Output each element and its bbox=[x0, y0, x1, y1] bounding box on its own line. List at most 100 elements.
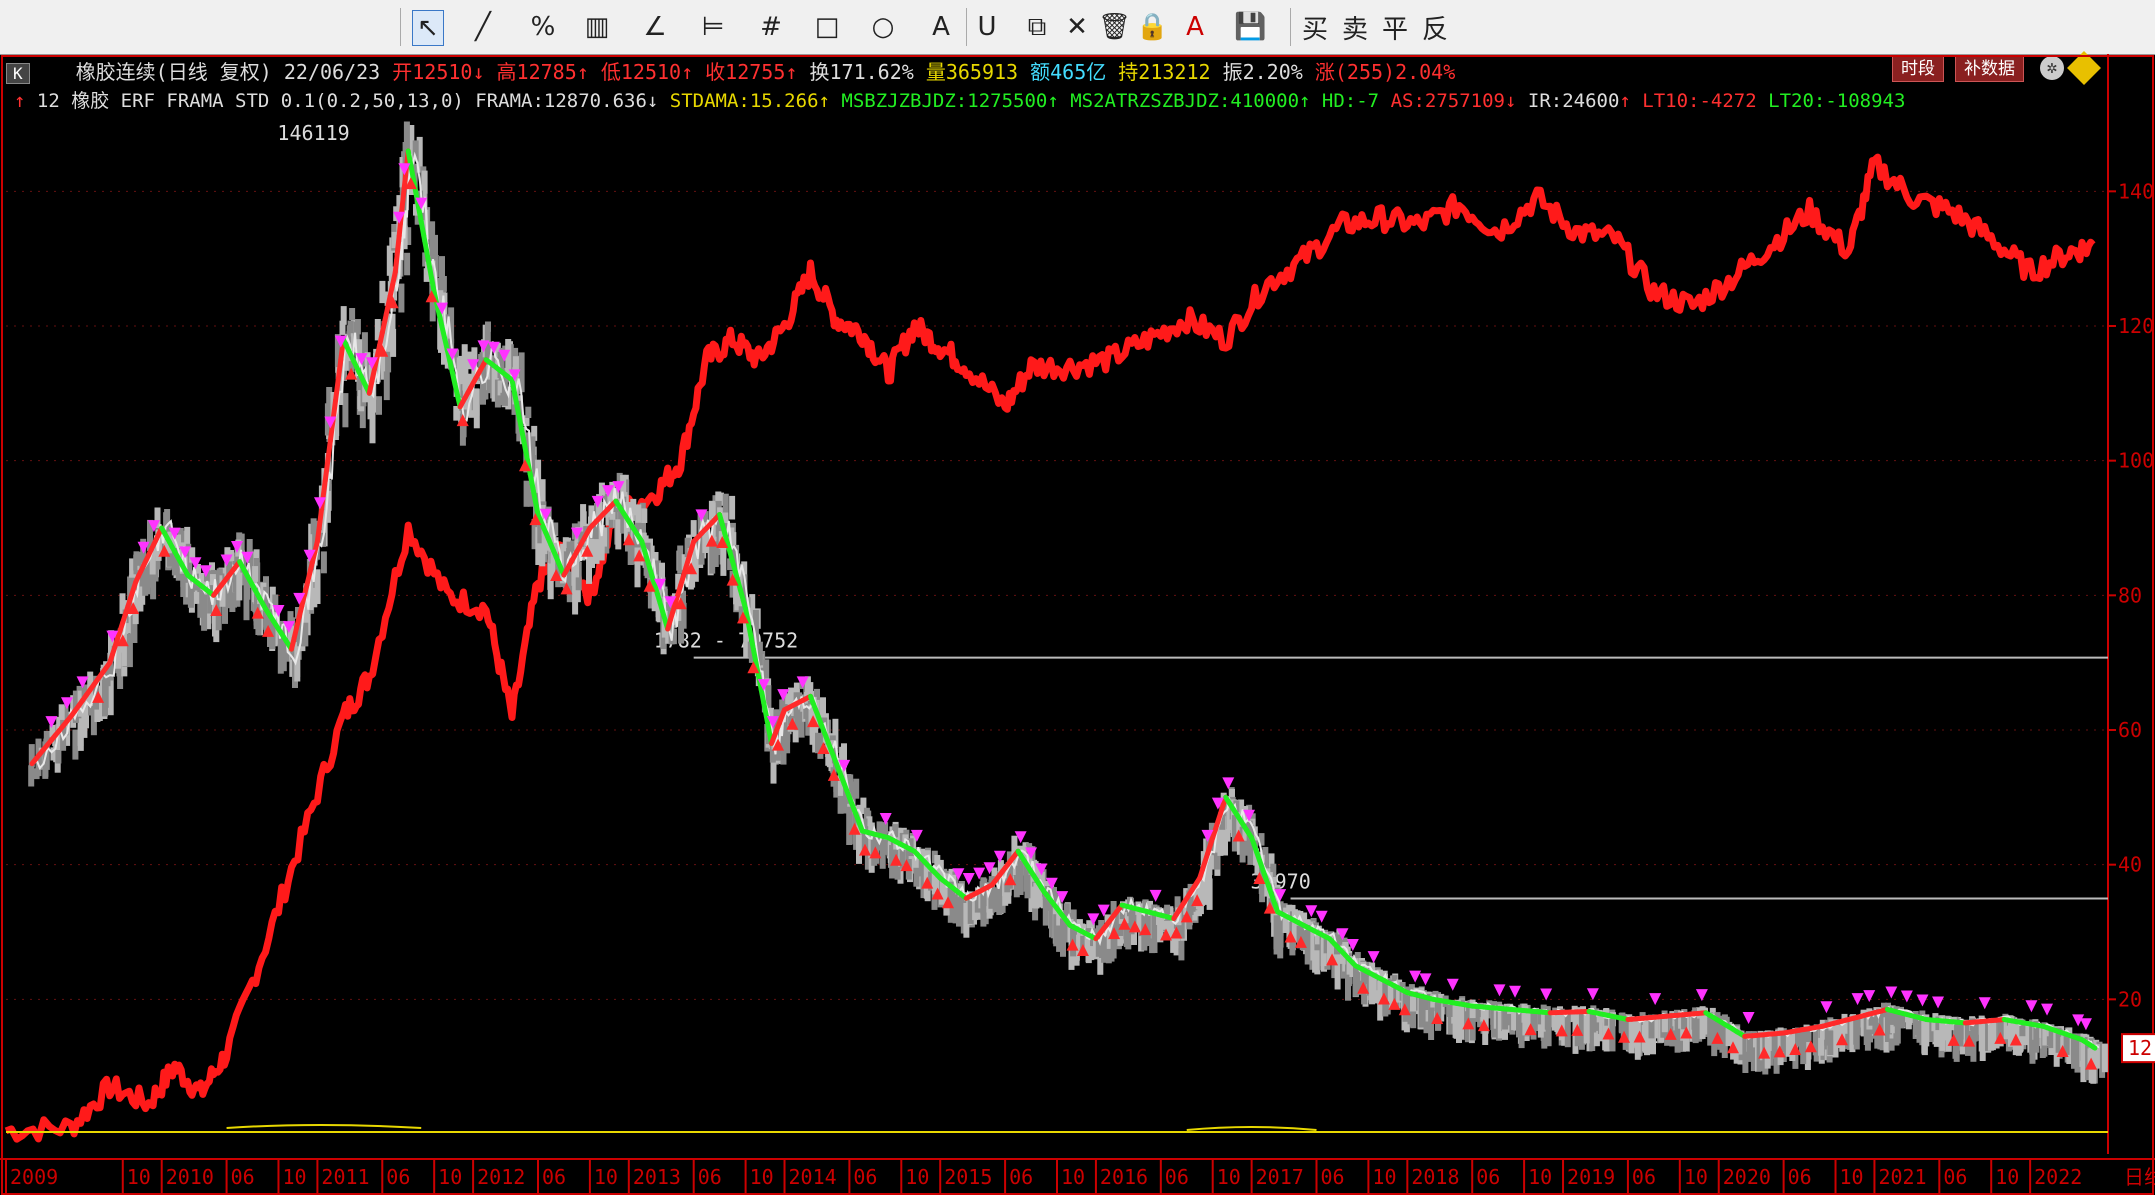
lock-icon[interactable]: 🔒 bbox=[1136, 10, 1168, 44]
price-trend-segment bbox=[2091, 1044, 2098, 1051]
candle-bar bbox=[72, 729, 79, 760]
x-tick-label: 06 bbox=[386, 1165, 410, 1189]
sell-signal-triangle bbox=[993, 850, 1006, 863]
candle-bar bbox=[201, 594, 208, 631]
rectangle-tool-icon[interactable]: □ bbox=[812, 10, 842, 44]
x-tick-label: 2022 bbox=[2034, 1165, 2082, 1189]
ellipse-tool-icon[interactable]: ○ bbox=[868, 10, 898, 44]
x-tick-label: 10 bbox=[1684, 1165, 1708, 1189]
trade-button-1[interactable]: 卖 bbox=[1340, 10, 1370, 45]
sell-signal-triangle bbox=[1851, 993, 1864, 1006]
sell-signal-triangle bbox=[1586, 988, 1599, 1001]
sell-signal-triangle bbox=[1493, 984, 1506, 997]
columns-tool-icon[interactable]: ▥ bbox=[582, 10, 612, 44]
toolbar-separator bbox=[1290, 8, 1291, 46]
candle-bar bbox=[1545, 1014, 1552, 1047]
price-trend-segment bbox=[325, 438, 333, 464]
candle-bar bbox=[28, 765, 35, 787]
x-tick-label: 06 bbox=[1009, 1165, 1033, 1189]
candle-marks bbox=[28, 121, 2108, 1084]
copy-icon[interactable]: ⧉ bbox=[1022, 10, 1052, 44]
y-tick-label: 140 bbox=[2118, 179, 2154, 203]
candle-bar bbox=[320, 551, 327, 574]
y-tick-label: 80 bbox=[2118, 583, 2142, 607]
candle-bar bbox=[58, 704, 65, 722]
x-tick-label: 10 bbox=[1840, 1165, 1864, 1189]
x-tick-label: 10 bbox=[1372, 1165, 1396, 1189]
candle-bar bbox=[342, 393, 349, 428]
delete-icon[interactable]: ✕ bbox=[1062, 10, 1092, 44]
candle-bar bbox=[641, 508, 648, 523]
line-tool-icon[interactable]: ╱ bbox=[468, 10, 498, 44]
candle-bar bbox=[1024, 874, 1031, 899]
x-tick-label: 2017 bbox=[1256, 1165, 1304, 1189]
candle-bar bbox=[1458, 1006, 1465, 1040]
x-tick-label: 2019 bbox=[1567, 1165, 1615, 1189]
trade-button-0[interactable]: 买 bbox=[1300, 10, 1330, 45]
x-tick-label: 06 bbox=[1943, 1165, 1967, 1189]
x-tick-label: 2021 bbox=[1878, 1165, 1926, 1189]
y-tick-label: 100 bbox=[2118, 449, 2154, 473]
angle-tool-icon[interactable]: ∠ bbox=[640, 10, 670, 44]
price-trend-segment bbox=[314, 518, 323, 544]
font-color-icon[interactable]: A bbox=[1180, 10, 1210, 44]
bracket-tool-icon[interactable]: ⊨ bbox=[698, 10, 728, 44]
text-tool-icon[interactable]: A bbox=[926, 10, 956, 44]
candle-bar bbox=[525, 406, 532, 418]
x-tick-label: 2013 bbox=[633, 1165, 681, 1189]
candle-bar bbox=[500, 392, 507, 406]
candle-bar bbox=[729, 495, 736, 520]
x-tick-label: 06 bbox=[1321, 1165, 1345, 1189]
x-tick-label: 06 bbox=[1632, 1165, 1656, 1189]
x-tick-label: 2009 bbox=[10, 1165, 58, 1189]
trade-button-2[interactable]: 平 bbox=[1380, 10, 1410, 45]
x-tick-label: 2014 bbox=[789, 1165, 837, 1189]
sell-signal-triangle bbox=[1367, 951, 1380, 964]
x-tick-label: 06 bbox=[1476, 1165, 1500, 1189]
x-tick-label: 2011 bbox=[321, 1165, 369, 1189]
x-tick-label: 10 bbox=[1217, 1165, 1241, 1189]
chart-canvas: 140120100806040201461191782 - 7075234970… bbox=[0, 54, 2155, 1195]
candle-bar bbox=[1334, 950, 1341, 990]
sell-signal-triangle bbox=[1409, 970, 1422, 983]
sell-signal-triangle bbox=[1315, 910, 1328, 923]
price-trend-segment bbox=[335, 357, 344, 383]
x-tick-label: 10 bbox=[750, 1165, 774, 1189]
candle-bar bbox=[853, 778, 860, 799]
x-tick-label: 06 bbox=[698, 1165, 722, 1189]
cursor-icon[interactable]: ↖ bbox=[412, 10, 444, 46]
candle-bar bbox=[1277, 918, 1284, 959]
trash-icon[interactable]: 🗑 bbox=[1098, 10, 1131, 44]
x-tick-label: 10 bbox=[1995, 1165, 2019, 1189]
candle-bar bbox=[404, 252, 411, 276]
sell-signal-triangle bbox=[1649, 993, 1662, 1006]
y-tick-label: 120 bbox=[2118, 314, 2154, 338]
grid-tool-icon[interactable]: # bbox=[756, 10, 786, 44]
sell-signal-triangle bbox=[1863, 990, 1876, 1003]
save-icon[interactable]: 💾 bbox=[1234, 10, 1266, 44]
candle-bar bbox=[720, 545, 727, 576]
candle-bar bbox=[635, 504, 642, 523]
corner-label: 日线 bbox=[2124, 1165, 2155, 1189]
toolbar-separator bbox=[400, 8, 401, 46]
sell-signal-triangle bbox=[1900, 990, 1913, 1003]
equity-curve bbox=[4, 153, 2096, 1143]
x-tick-label: 2016 bbox=[1100, 1165, 1148, 1189]
sell-signal-triangle bbox=[1509, 985, 1522, 998]
candle-bar bbox=[846, 806, 853, 845]
trade-button-3[interactable]: 反 bbox=[1420, 10, 1450, 45]
x-tick-label: 06 bbox=[853, 1165, 877, 1189]
percent-tool-icon[interactable]: % bbox=[528, 10, 558, 44]
candle-bar bbox=[310, 518, 317, 535]
x-tick-label: 10 bbox=[282, 1165, 306, 1189]
candle-bar bbox=[243, 585, 250, 621]
x-tick-label: 06 bbox=[231, 1165, 255, 1189]
x-tick-label: 06 bbox=[542, 1165, 566, 1189]
candle-bar bbox=[1410, 996, 1416, 1012]
sell-signal-triangle bbox=[1305, 905, 1318, 918]
sell-signal-triangle bbox=[1540, 988, 1553, 1001]
y-tick-label: 40 bbox=[2118, 853, 2142, 877]
x-tick-label: 10 bbox=[905, 1165, 929, 1189]
sell-signal-triangle bbox=[1820, 1001, 1833, 1014]
magnet-icon[interactable]: U bbox=[972, 10, 1002, 44]
